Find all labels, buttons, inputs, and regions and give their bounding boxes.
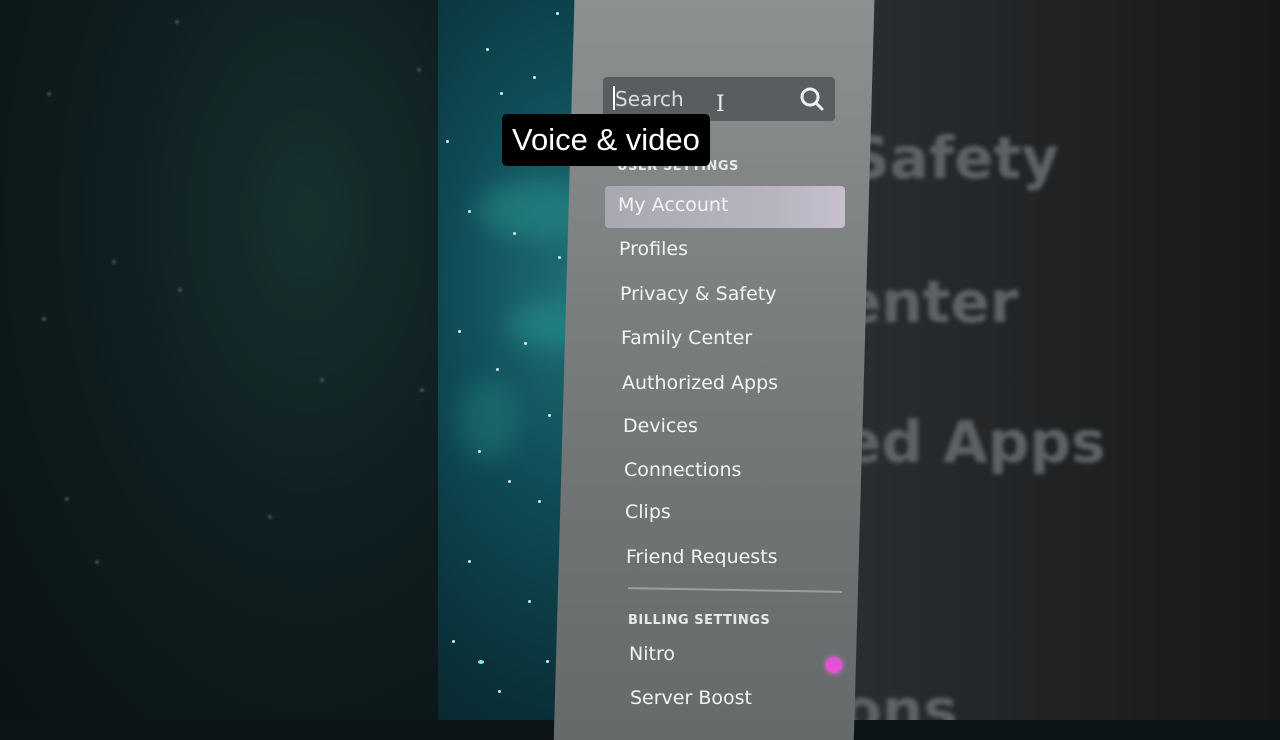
search-placeholder: Search xyxy=(615,87,684,111)
search-icon[interactable] xyxy=(799,86,825,112)
section-label-billing-settings: BILLING SETTINGS xyxy=(628,613,771,628)
sidebar-item-family-center[interactable]: Family Center xyxy=(621,327,752,349)
blurred-background-right: Safety enter ed Apps ons xyxy=(842,0,1280,720)
sidebar-item-server-boost[interactable]: Server Boost xyxy=(630,687,752,709)
sidebar-item-privacy-safety[interactable]: Privacy & Safety xyxy=(620,283,776,305)
sidebar-item-profiles[interactable]: Profiles xyxy=(619,238,688,260)
blurred-background-left xyxy=(0,0,438,720)
video-caption: Voice & video xyxy=(502,114,710,166)
background-text: ed Apps xyxy=(842,408,1106,476)
sidebar-item-authorized-apps[interactable]: Authorized Apps xyxy=(622,372,778,394)
sidebar-item-my-account[interactable]: My Account xyxy=(618,194,728,216)
sidebar-item-nitro[interactable]: Nitro xyxy=(629,643,675,665)
sidebar-item-clips[interactable]: Clips xyxy=(625,501,671,523)
sidebar-item-devices[interactable]: Devices xyxy=(623,415,698,437)
sidebar-item-friend-requests[interactable]: Friend Requests xyxy=(626,546,778,568)
ibeam-cursor-icon: I xyxy=(716,92,725,117)
nitro-badge-icon xyxy=(826,657,842,673)
sidebar-item-connections[interactable]: Connections xyxy=(624,459,741,481)
background-text: ons xyxy=(842,676,958,720)
background-text: Safety xyxy=(848,124,1060,192)
background-text: enter xyxy=(842,268,1019,336)
